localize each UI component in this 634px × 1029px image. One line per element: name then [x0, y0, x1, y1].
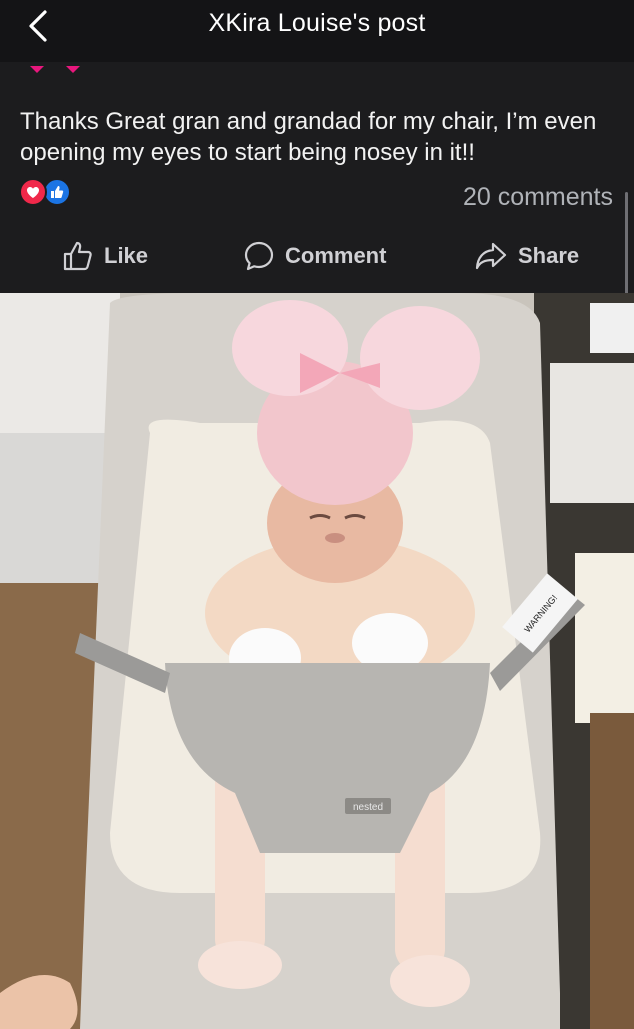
thumbs-up-icon: [63, 241, 92, 271]
comment-label: Comment: [285, 243, 387, 268]
love-reaction-icon: [19, 178, 47, 206]
like-button[interactable]: Like: [62, 234, 148, 278]
share-label: Share: [518, 243, 580, 268]
pink-marker-right: [66, 66, 80, 73]
top-bar: XKira Louise's post: [0, 0, 634, 62]
post-text: Thanks Great gran and grandad for my cha…: [20, 108, 597, 166]
action-bar: Like Comment Share: [0, 234, 634, 278]
share-arrow-icon: [475, 242, 507, 270]
comment-button[interactable]: Comment: [243, 234, 386, 278]
speech-bubble-icon: [244, 241, 274, 271]
brand-label: nested: [353, 802, 383, 813]
page-title: XKira Louise's post: [208, 9, 426, 37]
baby-in-bouncer-image: nested WARNING!: [0, 293, 634, 1029]
like-label: Like: [104, 243, 149, 268]
post-photo[interactable]: nested WARNING!: [0, 293, 634, 1029]
comments-count-link[interactable]: 20 comments: [463, 183, 613, 212]
reactions-summary[interactable]: [19, 178, 75, 206]
pink-marker-left: [30, 66, 44, 73]
share-button[interactable]: Share: [474, 234, 579, 278]
like-reaction-icon: [43, 178, 71, 206]
